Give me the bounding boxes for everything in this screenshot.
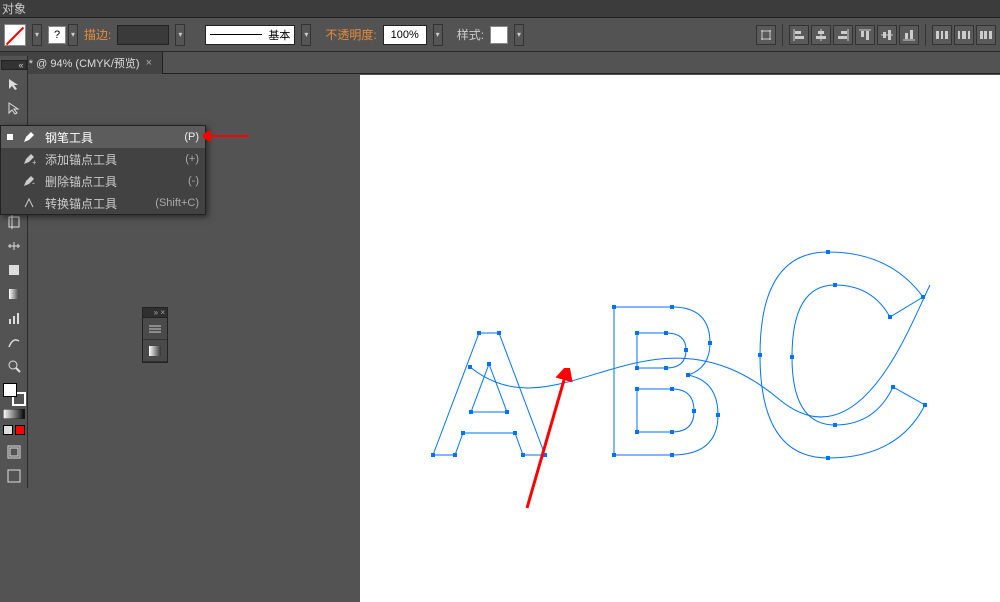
- draw-normal-icon[interactable]: [3, 425, 13, 435]
- mini-panel-header[interactable]: » ×: [143, 308, 167, 318]
- shape-tool[interactable]: [2, 259, 26, 281]
- flyout-item-label: 转换锚点工具: [45, 195, 147, 212]
- pen-icon: [21, 130, 37, 144]
- stroke-style-preview[interactable]: 基本: [205, 25, 295, 45]
- svg-text:-: -: [32, 178, 35, 188]
- fill-stroke-toggle[interactable]: [2, 382, 26, 406]
- distribute-h2-btn[interactable]: [954, 25, 974, 45]
- column-graph-tool[interactable]: [2, 307, 26, 329]
- svg-text:+: +: [32, 158, 36, 166]
- fill-swatch-none[interactable]: [4, 24, 26, 46]
- outline-b: [614, 307, 718, 455]
- align-hcenter-btn[interactable]: [811, 25, 831, 45]
- direct-selection-tool[interactable]: [2, 97, 26, 119]
- align-button-group: [756, 19, 1000, 51]
- outline-b-counter2: [637, 389, 694, 432]
- pen-minus-icon: -: [21, 174, 37, 188]
- flyout-pen-tool[interactable]: 钢笔工具 (P): [1, 126, 205, 148]
- toolbox: «: [0, 56, 28, 488]
- mini-panel[interactable]: » ×: [142, 307, 168, 363]
- transform-btn[interactable]: [756, 25, 776, 45]
- scale-tool[interactable]: [2, 235, 26, 257]
- flyout-item-shortcut: (+): [185, 153, 199, 165]
- fill-color-icon: [3, 383, 17, 397]
- document-tab-bar: 题-1* @ 94% (CMYK/预览) ×: [0, 52, 1000, 74]
- style-label: 样式:: [457, 26, 484, 43]
- color-mode-btn[interactable]: [2, 407, 26, 421]
- outline-c: [760, 252, 925, 458]
- active-indicator-icon: [7, 134, 13, 140]
- graphic-style-dropdown[interactable]: ▾: [514, 24, 524, 46]
- menu-bar: 对象: [0, 0, 1000, 18]
- opacity-dropdown[interactable]: ▾: [433, 24, 443, 46]
- stroke-style-dropdown[interactable]: ▾: [301, 24, 311, 46]
- draw-mode-group: [3, 425, 25, 435]
- mini-panel-gradient-icon[interactable]: [143, 340, 167, 362]
- align-left-btn[interactable]: [789, 25, 809, 45]
- outline-a: [433, 333, 545, 455]
- artboard[interactable]: [360, 75, 1000, 602]
- pen-tool-flyout: 钢笔工具 (P) + 添加锚点工具 (+) - 删除锚点工具 (-) 转换锚点工…: [0, 125, 206, 215]
- align-bottom-btn[interactable]: [899, 25, 919, 45]
- separator-icon: [925, 24, 926, 46]
- screen-mode2-btn[interactable]: [2, 465, 26, 487]
- opacity-label: 不透明度:: [325, 26, 376, 43]
- convert-anchor-icon: [21, 196, 37, 210]
- close-tab-icon[interactable]: ×: [146, 57, 152, 69]
- menu-selection[interactable]: 对象: [2, 0, 26, 17]
- stroke-weight-input[interactable]: [117, 25, 169, 45]
- flyout-item-label: 删除锚点工具: [45, 173, 180, 190]
- flyout-item-shortcut: (-): [188, 175, 199, 187]
- stroke-weight-dropdown[interactable]: ▾: [175, 24, 185, 46]
- distribute-h1-btn[interactable]: [932, 25, 952, 45]
- stroke-style-label: 基本: [268, 27, 290, 43]
- vector-artwork: [360, 75, 1000, 602]
- opacity-value[interactable]: 100%: [383, 25, 427, 45]
- outline-b-counter1: [637, 333, 686, 368]
- flyout-item-shortcut: (Shift+C): [155, 197, 199, 209]
- distribute-h3-btn[interactable]: [976, 25, 996, 45]
- flyout-convert-anchor-tool[interactable]: 转换锚点工具 (Shift+C): [1, 192, 205, 214]
- align-right-btn[interactable]: [833, 25, 853, 45]
- align-top-btn[interactable]: [855, 25, 875, 45]
- separator-icon: [782, 24, 783, 46]
- stroke-swatch-dropdown[interactable]: ▾: [68, 24, 78, 46]
- flyout-item-shortcut: (P): [184, 131, 199, 143]
- flyout-add-anchor-tool[interactable]: + 添加锚点工具 (+): [1, 148, 205, 170]
- help-swatch[interactable]: ?: [48, 26, 66, 44]
- brush-tool[interactable]: [2, 331, 26, 353]
- fill-swatch-dropdown[interactable]: ▾: [32, 24, 42, 46]
- pen-plus-icon: +: [21, 152, 37, 166]
- gradient-tool[interactable]: [2, 283, 26, 305]
- pen-path[interactable]: [470, 285, 930, 417]
- flyout-item-label: 添加锚点工具: [45, 151, 177, 168]
- screen-mode-btn[interactable]: [2, 441, 26, 463]
- flyout-item-label: 钢笔工具: [45, 129, 176, 146]
- toolbox-collapse-icon[interactable]: «: [1, 60, 27, 70]
- stroke-label: 描边:: [84, 26, 111, 43]
- zoom-tool[interactable]: [2, 355, 26, 377]
- align-vcenter-btn[interactable]: [877, 25, 897, 45]
- graphic-style-swatch[interactable]: [490, 26, 508, 44]
- mini-panel-stroke-icon[interactable]: [143, 318, 167, 340]
- selection-tool[interactable]: [2, 73, 26, 95]
- flyout-delete-anchor-tool[interactable]: - 删除锚点工具 (-): [1, 170, 205, 192]
- draw-behind-icon[interactable]: [15, 425, 25, 435]
